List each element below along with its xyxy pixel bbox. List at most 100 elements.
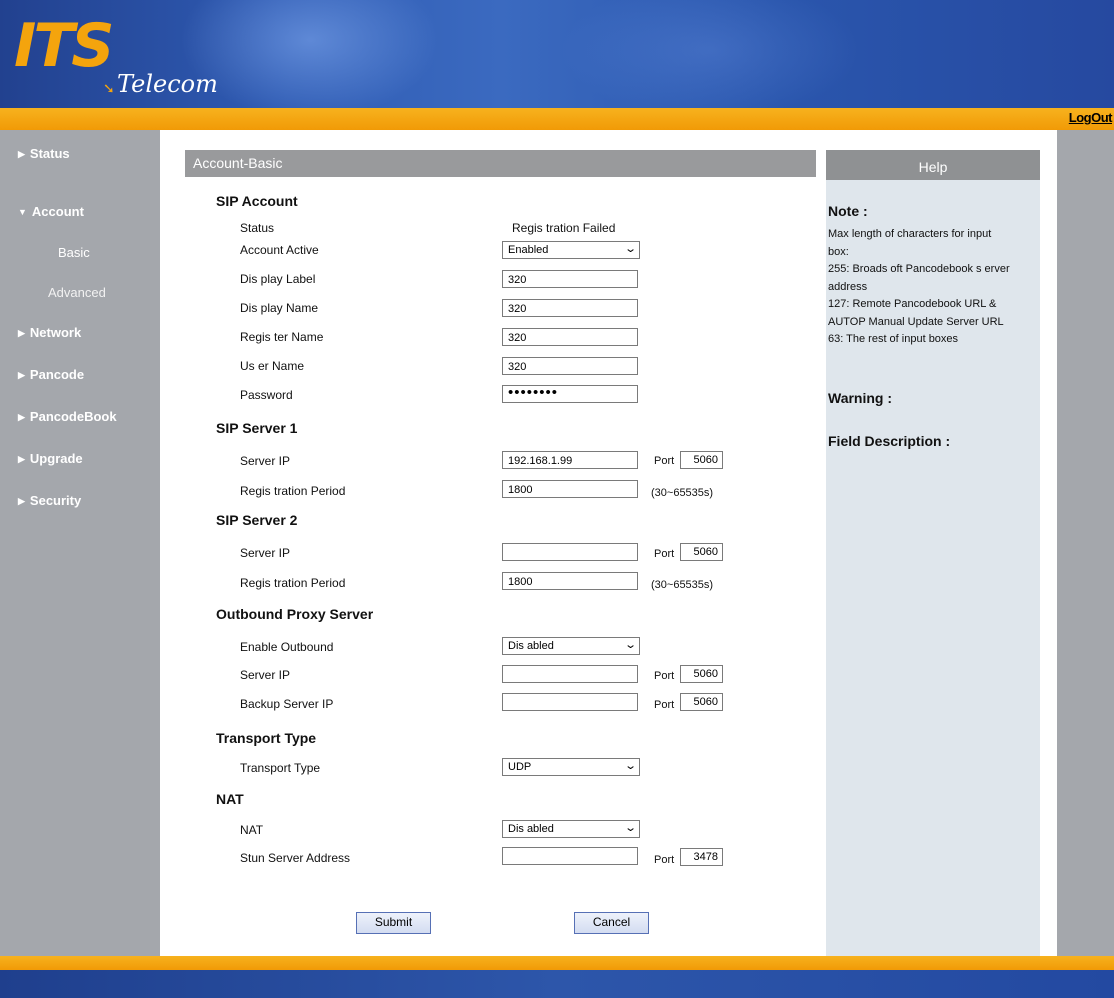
server1-range-hint: (30~65535s) [651, 487, 714, 499]
server2-reg-period-label: Regis tration Period [240, 576, 346, 590]
backup-port-input[interactable]: 5060 [680, 693, 723, 711]
backup-server-ip-label: Backup Server IP [240, 697, 334, 711]
status-value: Regis tration Failed [512, 221, 616, 235]
stun-server-label: Stun Server Address [240, 851, 351, 865]
transport-type-select[interactable]: UDP ⌄ [502, 758, 640, 776]
sidebar-item-account[interactable]: ▼ Account [18, 204, 84, 219]
top-orange-bar [0, 108, 1114, 130]
server2-port-label: Port [654, 548, 675, 560]
help-note-heading: Note : [828, 203, 868, 219]
server2-ip-input[interactable] [502, 543, 638, 561]
help-note-line: AUTOP Manual Update Server URL [828, 315, 1004, 328]
sidebar-item-pancodebook[interactable]: ▶ PancodeBook [18, 409, 117, 424]
footer-orange-bar [0, 956, 1114, 970]
register-name-label: Regis ter Name [240, 330, 324, 344]
triangle-right-icon: ▶ [18, 454, 25, 464]
user-name-input[interactable]: 320 [502, 357, 638, 375]
triangle-right-icon: ▶ [18, 149, 25, 159]
server1-reg-period-input[interactable]: 1800 [502, 480, 638, 498]
footer-banner [0, 970, 1114, 998]
logo-its: ITS [14, 11, 114, 81]
sidebar-item-network[interactable]: ▶ Network [18, 325, 81, 340]
sidebar-item-security[interactable]: ▶ Security [18, 493, 81, 508]
triangle-right-icon: ▶ [18, 370, 25, 380]
header-glow-2 [560, 0, 860, 108]
server1-port-input[interactable]: 5060 [680, 451, 723, 469]
server1-ip-input[interactable]: 192.168.1.99 [502, 451, 638, 469]
account-active-value: Enabled [508, 244, 549, 256]
section-nat: NAT [216, 791, 244, 807]
outbound-server-ip-label: Server IP [240, 668, 291, 682]
help-note-line: address [828, 280, 868, 293]
header-banner: ITS ➘ Telecom [0, 0, 1114, 108]
outbound-port-input[interactable]: 5060 [680, 665, 723, 683]
help-note-text: Max length of characters for input box: … [828, 226, 1038, 349]
server2-range-hint: (30~65535s) [651, 579, 714, 591]
section-outbound-proxy: Outbound Proxy Server [216, 606, 374, 622]
chevron-down-icon: ⌄ [623, 243, 637, 255]
triangle-right-icon: ▶ [18, 496, 25, 506]
register-name-input[interactable]: 320 [502, 328, 638, 346]
logo-telecom: Telecom [117, 70, 218, 98]
section-sip-server-2: SIP Server 2 [216, 512, 298, 528]
help-warning-heading: Warning : [828, 390, 893, 406]
server1-ip-label: Server IP [240, 454, 291, 468]
help-field-description-heading: Field Description : [828, 433, 951, 449]
stun-port-label: Port [654, 854, 675, 866]
cancel-button[interactable]: Cancel [574, 912, 649, 934]
sidebar-item-label: Network [29, 325, 82, 340]
transport-type-value: UDP [508, 761, 532, 773]
sidebar-item-label: PancodeBook [29, 409, 117, 424]
user-name-label: Us er Name [240, 359, 305, 373]
enable-outbound-value: Dis abled [508, 640, 554, 652]
sidebar-item-label: Status [29, 146, 70, 161]
logout-link[interactable]: LogOut [1069, 110, 1113, 125]
password-input[interactable]: •••••••• [502, 385, 638, 403]
triangle-down-icon: ▼ [18, 207, 27, 217]
header-glow [180, 0, 440, 108]
triangle-right-icon: ▶ [18, 412, 25, 422]
sidebar-item-upgrade[interactable]: ▶ Upgrade [18, 451, 83, 466]
section-sip-account: SIP Account [216, 193, 298, 209]
stun-server-input[interactable] [502, 847, 638, 865]
nat-label: NAT [240, 823, 264, 837]
outbound-server-ip-input[interactable] [502, 665, 638, 683]
chevron-down-icon: ⌄ [623, 822, 637, 834]
display-label-label: Dis play Label [240, 272, 316, 286]
backup-server-ip-input[interactable] [502, 693, 638, 711]
display-name-input[interactable]: 320 [502, 299, 638, 317]
page-title-bar: Account-Basic [185, 150, 816, 177]
sidebar-item-label: Upgrade [29, 451, 83, 466]
help-note-line: 63: The rest of input boxes [828, 333, 959, 345]
page-title: Account-Basic [193, 155, 283, 171]
section-sip-server-1: SIP Server 1 [216, 420, 298, 436]
sidebar-item-label: Security [29, 493, 82, 508]
sidebar-item-pancode[interactable]: ▶ Pancode [18, 367, 84, 382]
sidebar-subitem-basic[interactable]: Basic [58, 245, 90, 260]
backup-port-label: Port [654, 699, 675, 711]
chevron-down-icon: ⌄ [623, 760, 637, 772]
section-transport-type: Transport Type [216, 730, 317, 746]
submit-button[interactable]: Submit [356, 912, 431, 934]
chevron-down-icon: ⌄ [623, 639, 637, 651]
sidebar-item-label: Pancode [29, 367, 85, 382]
logo-tick-icon: ➘ [103, 80, 115, 96]
help-note-line: box: [828, 245, 849, 258]
right-gray-strip [1057, 130, 1114, 956]
sidebar-item-label: Account [31, 204, 84, 219]
account-active-select[interactable]: Enabled ⌄ [502, 241, 640, 259]
status-label: Status [240, 221, 275, 235]
nat-value: Dis abled [508, 823, 554, 835]
help-note-line: 255: Broads oft Pancodebook s erver [828, 263, 1010, 275]
stun-port-input[interactable]: 3478 [680, 848, 723, 866]
sidebar-subitem-advanced[interactable]: Advanced [48, 285, 106, 300]
nat-select[interactable]: Dis abled ⌄ [502, 820, 640, 838]
transport-type-label: Transport Type [240, 761, 321, 775]
display-label-input[interactable]: 320 [502, 270, 638, 288]
help-title: Help [826, 150, 1040, 180]
sidebar-item-status[interactable]: ▶ Status [18, 146, 70, 161]
enable-outbound-select[interactable]: Dis abled ⌄ [502, 637, 640, 655]
password-label: Password [240, 388, 293, 402]
server2-port-input[interactable]: 5060 [680, 543, 723, 561]
server2-reg-period-input[interactable]: 1800 [502, 572, 638, 590]
